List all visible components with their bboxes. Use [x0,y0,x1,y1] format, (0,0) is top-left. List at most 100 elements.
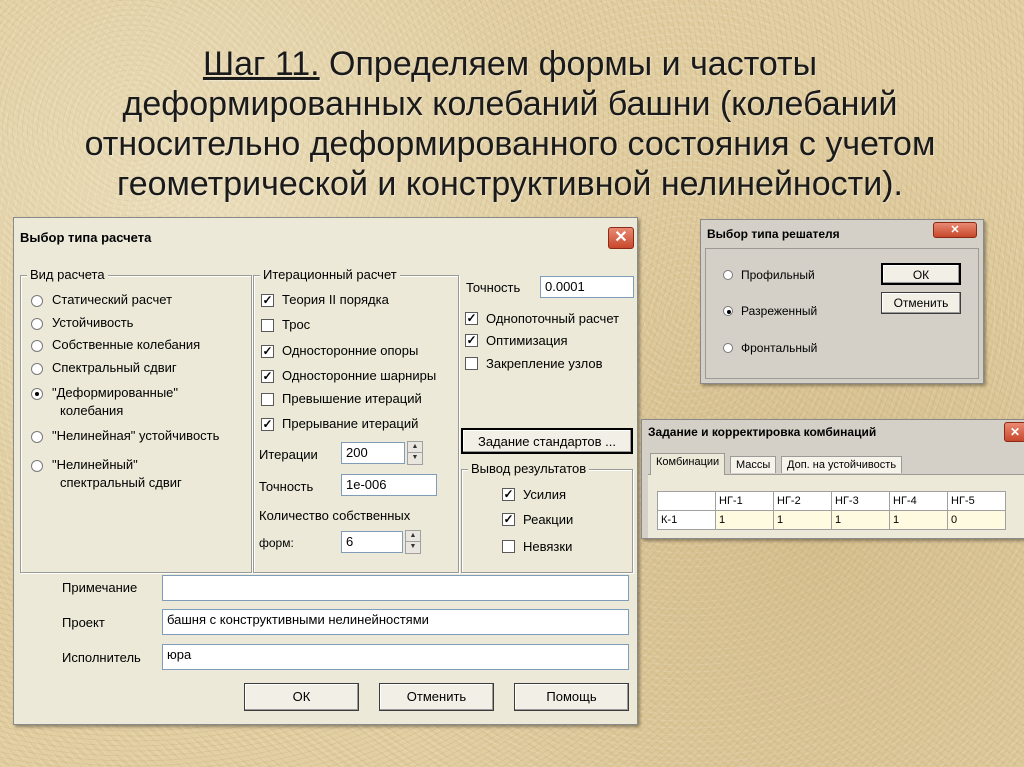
check-reactions-label: Реакции [523,512,574,527]
calc-kind-group-title: Вид расчета [27,267,108,282]
check-node-fix-label: Закрепление узлов [486,356,603,371]
check-single-thread-label: Однопоточный расчет [486,311,620,326]
header-cell: НГ-3 [831,491,890,511]
eigen-count-field[interactable]: 6 [341,531,403,553]
output-group-title: Вывод результатов [468,461,590,476]
tab-stability[interactable]: Доп. на устойчивость [781,456,903,473]
radio-static[interactable] [31,295,43,307]
project-field[interactable]: башня с конструктивными нелинейностями [162,609,629,635]
eigen-forms-label: форм: [259,536,294,550]
title-line1: Определяем формы и частоты [319,45,818,83]
cancel-button[interactable]: Отменить [379,683,494,711]
check-one-sided-hinges[interactable]: ✓ [261,370,274,383]
table-cell[interactable]: 0 [947,510,1006,530]
help-button[interactable]: Помощь [514,683,629,711]
combinations-dialog: Задание и корректировка комбинаций ✕ Ком… [641,419,1024,539]
radio-profile[interactable] [723,270,733,280]
standards-button[interactable]: Задание стандартов ... [461,428,633,454]
close-icon[interactable]: ✕ [1004,422,1024,442]
tab-combinations[interactable]: Комбинации [650,453,726,475]
radio-deformed-label: "Деформированные" [52,385,179,400]
table-cell[interactable]: 1 [831,510,890,530]
header-cell: НГ-1 [715,491,774,511]
combinations-dialog-title: Задание и корректировка комбинаций [648,425,877,439]
solver-ok-button[interactable]: ОК [881,263,961,285]
radio-eigen-label: Собственные колебания [52,337,201,352]
radio-stability-label: Устойчивость [52,315,134,330]
check-optimization-label: Оптимизация [486,333,568,348]
check-one-sided-supports[interactable]: ✓ [261,345,274,358]
header-cell: НГ-4 [889,491,948,511]
radio-frontal[interactable] [723,343,733,353]
check-cable[interactable] [261,319,274,332]
iterations-field[interactable]: 200 [341,442,405,464]
radio-deformed-label2: колебания [60,403,124,418]
check-one-sided-hinges-label: Односторонние шарниры [282,368,437,383]
precision-label: Точность [466,280,521,295]
table-cell[interactable]: 1 [715,510,774,530]
iterations-stepper[interactable]: ▲ ▼ [407,441,423,465]
ok-button[interactable]: ОК [244,683,359,711]
check-residuals[interactable] [502,540,515,553]
radio-sparse[interactable] [723,306,733,316]
check-optimization[interactable]: ✓ [465,334,478,347]
check-single-thread[interactable]: ✓ [465,312,478,325]
table-cell[interactable]: 1 [773,510,832,530]
check-iter-exceed[interactable] [261,393,274,406]
radio-deformed[interactable] [31,388,43,400]
table-cell: К-1 [657,510,716,530]
radio-nonlinear-spectral-label: "Нелинейный" [52,457,138,472]
check-second-order[interactable]: ✓ [261,294,274,307]
check-iter-break-label: Прерывание итераций [282,416,419,431]
iter-precision-field[interactable]: 1e-006 [341,474,437,496]
header-cell [657,491,716,511]
solver-dialog-title: Выбор типа решателя [707,227,840,241]
iter-precision-label: Точность [259,479,314,494]
radio-profile-label: Профильный [741,268,815,282]
project-label: Проект [62,615,105,630]
check-cable-label: Трос [282,317,311,332]
check-node-fix[interactable] [465,357,478,370]
radio-eigen[interactable] [31,340,43,352]
check-residuals-label: Невязки [523,539,573,554]
combinations-dialog-titlebar: Задание и корректировка комбинаций [642,420,1024,444]
precision-field[interactable]: 0.0001 [540,276,634,298]
radio-frontal-label: Фронтальный [741,341,818,355]
solver-cancel-button[interactable]: Отменить [881,292,961,314]
tab-masses[interactable]: Массы [730,456,777,473]
radio-stability[interactable] [31,318,43,330]
executor-field[interactable]: юра [162,644,629,670]
close-icon[interactable]: ✕ [933,222,977,238]
radio-spectral-label: Спектральный сдвиг [52,360,177,375]
check-forces-label: Усилия [523,487,567,502]
check-reactions[interactable]: ✓ [502,513,515,526]
table-row: К-1 1 1 1 1 0 [657,510,1006,530]
table-cell[interactable]: 1 [889,510,948,530]
check-forces[interactable]: ✓ [502,488,515,501]
title-line2: деформированных колебаний башни (колебан… [122,85,898,123]
note-field[interactable] [162,575,629,601]
slide-title: Шаг 11. Определяем формы и частоты дефор… [60,44,960,204]
radio-spectral[interactable] [31,363,43,375]
radio-nonlinear-stability-label: "Нелинейная" устойчивость [52,428,220,443]
calc-dialog-title: Выбор типа расчета [20,230,152,245]
calc-type-dialog: Выбор типа расчета ✕ Вид расчета Статиче… [13,217,638,725]
radio-nonlinear-spectral[interactable] [31,460,43,472]
step-label: Шаг 11. [202,45,320,83]
radio-sparse-label: Разреженный [741,304,818,318]
close-icon[interactable]: ✕ [608,227,634,249]
iterations-label: Итерации [259,447,318,462]
radio-nonlinear-stability[interactable] [31,431,43,443]
check-iter-break[interactable]: ✓ [261,418,274,431]
eigen-count-stepper[interactable]: ▲ ▼ [405,530,421,554]
header-cell: НГ-2 [773,491,832,511]
eigen-count-label: Количество собственных [259,508,411,523]
iteration-group-title: Итерационный расчет [260,267,400,282]
solver-dialog: Выбор типа решателя ✕ Профильный Разреже… [700,219,984,384]
radio-static-label: Статический расчет [52,292,173,307]
check-second-order-label: Теория II порядка [282,292,389,307]
check-one-sided-supports-label: Односторонние опоры [282,343,419,358]
title-line3: относительно деформированного состояния … [84,125,936,163]
radio-nonlinear-spectral-label2: спектральный сдвиг [60,475,182,490]
title-line4: геометрической и конструктивной нелинейн… [117,165,903,203]
